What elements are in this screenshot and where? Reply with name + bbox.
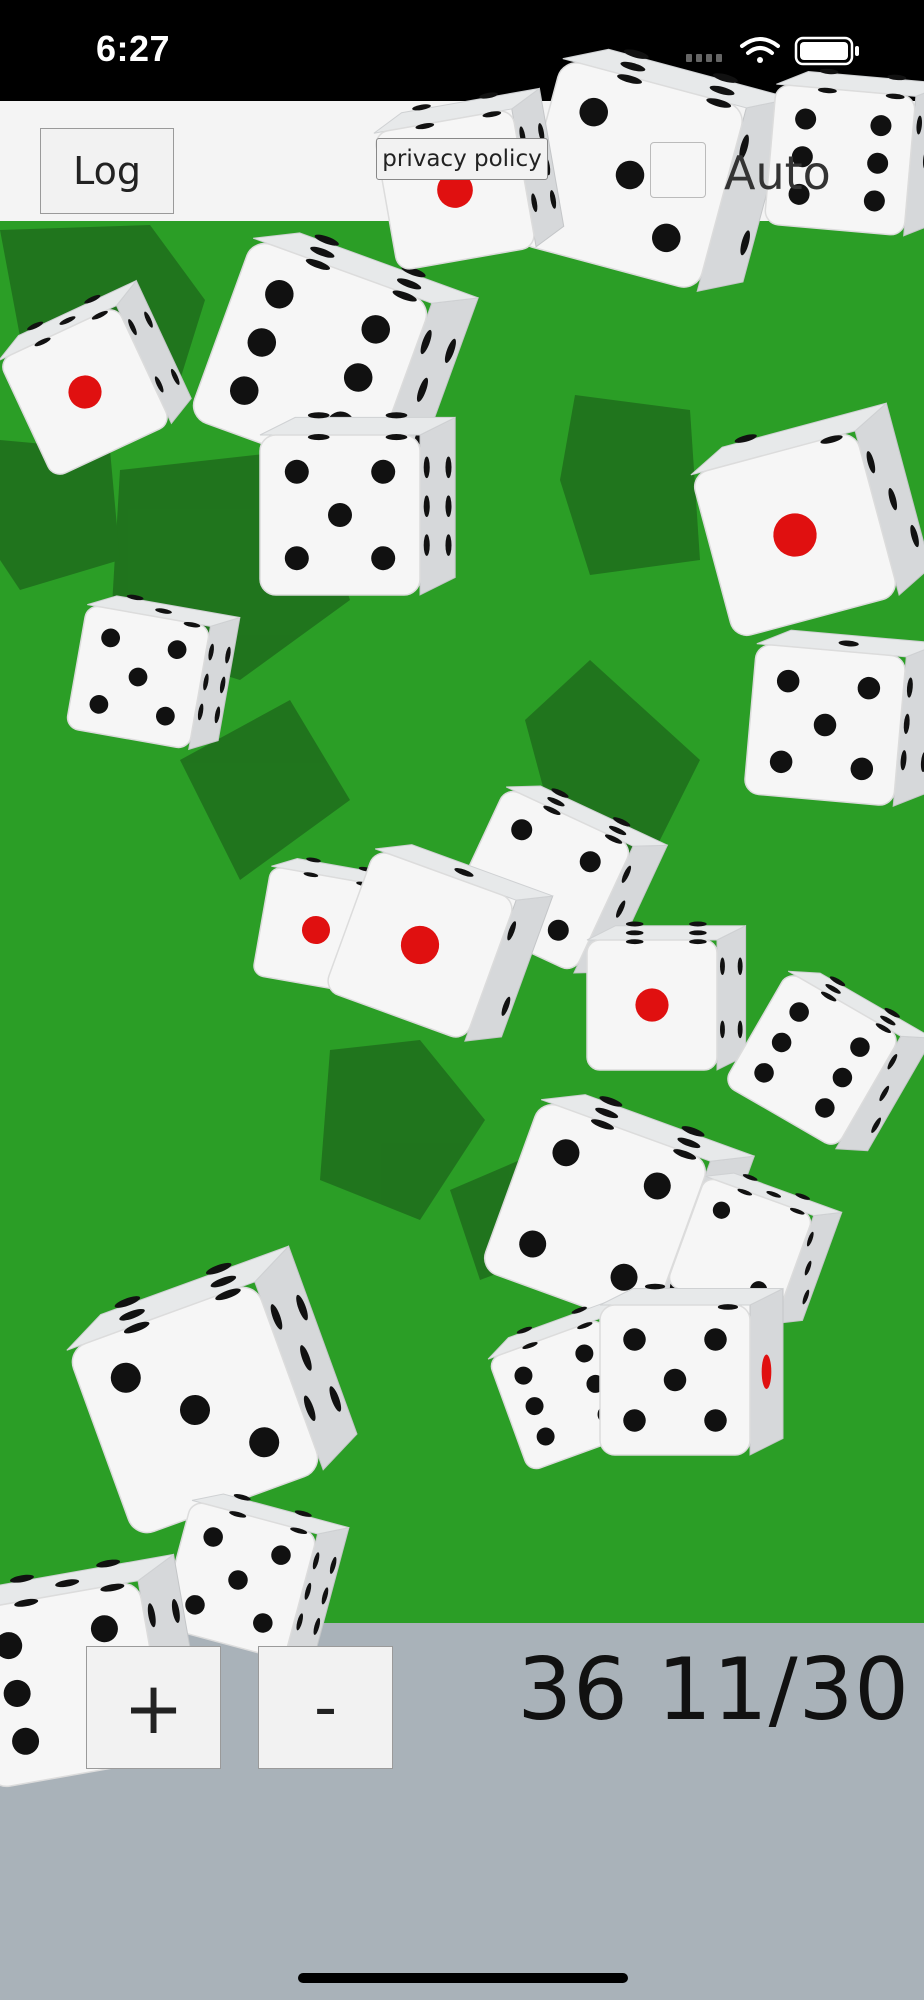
log-button[interactable]: Log	[40, 128, 174, 214]
battery-icon	[794, 36, 859, 66]
privacy-policy-button[interactable]: privacy policy	[376, 138, 548, 180]
home-indicator	[298, 1973, 628, 1983]
add-die-button[interactable]: +	[86, 1646, 221, 1769]
dice-total-counter: 36 11/30	[517, 1640, 910, 1740]
status-bar: 6:27	[0, 0, 924, 101]
auto-checkbox[interactable]	[650, 142, 706, 198]
auto-label: Auto	[724, 146, 831, 200]
status-time: 6:27	[96, 28, 171, 69]
cellular-signal-icon	[686, 54, 722, 62]
status-icons	[686, 36, 859, 66]
remove-die-button[interactable]: -	[258, 1646, 393, 1769]
dice-table[interactable]	[0, 221, 924, 1623]
wifi-icon	[740, 37, 780, 63]
